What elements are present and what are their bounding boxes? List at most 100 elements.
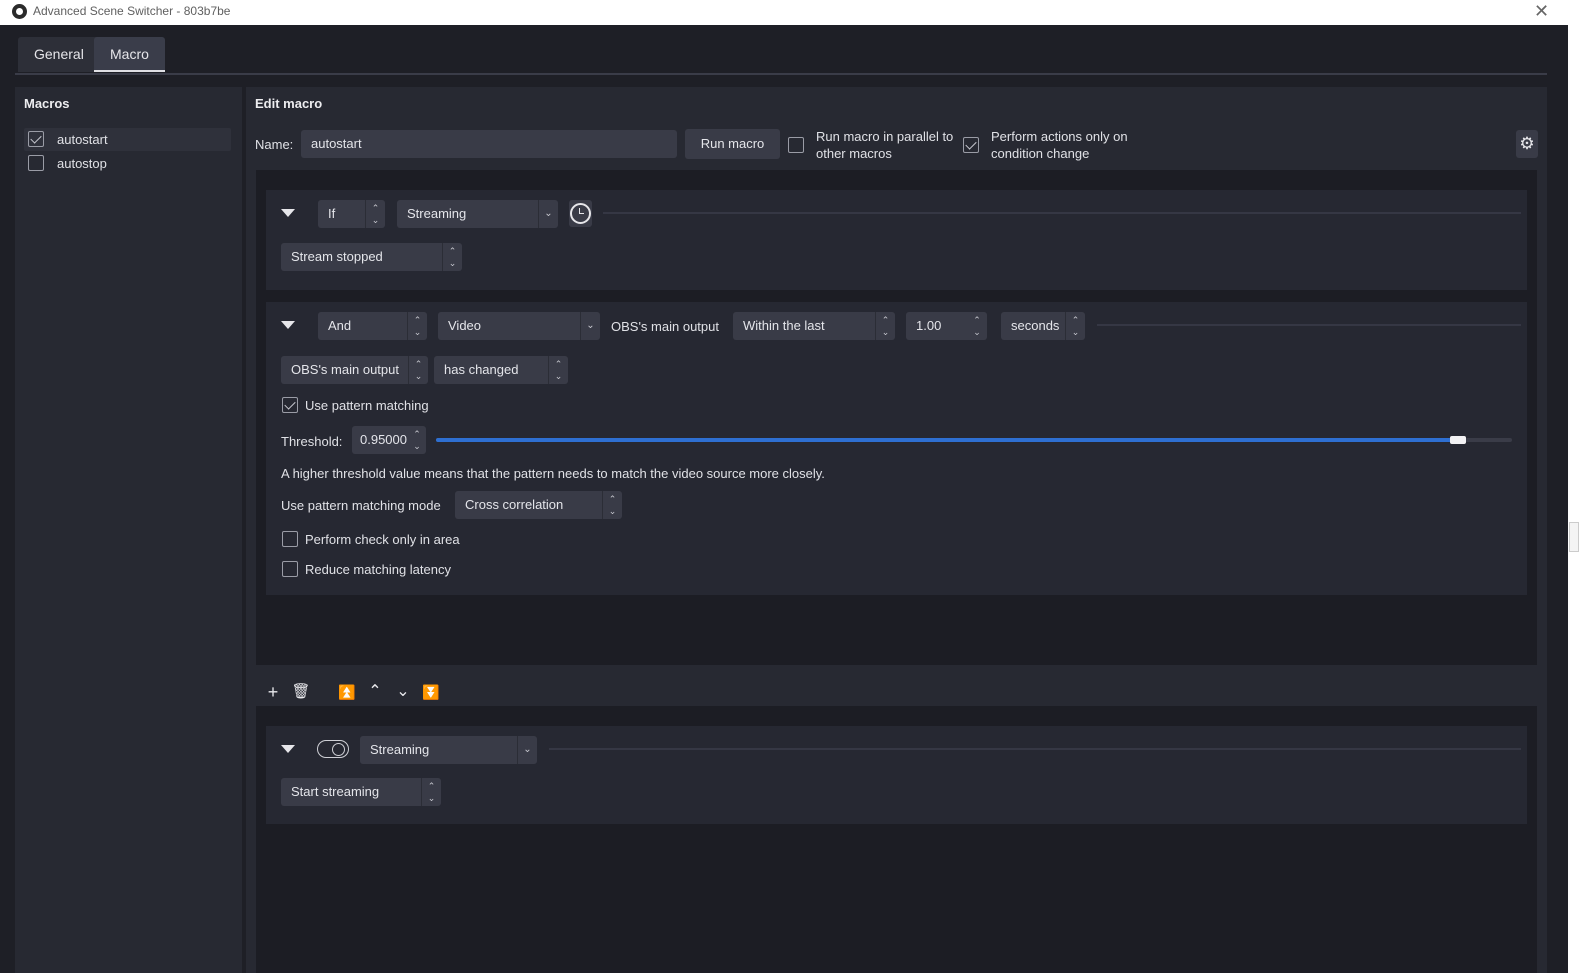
chevron-down-icon: ⌄ <box>580 312 600 340</box>
name-label: Name: <box>255 137 294 152</box>
pattern-mode-value: Cross correlation <box>465 497 564 512</box>
run-parallel-label-line1: Run macro in parallel to <box>816 129 954 144</box>
pattern-mode-select[interactable]: Cross correlation ⌃ ⌄ <box>455 491 622 519</box>
tab-macro[interactable]: Macro <box>94 37 165 72</box>
move-down-icon[interactable]: ⌄ <box>392 680 414 704</box>
gear-icon[interactable]: ⚙ <box>1516 130 1538 158</box>
scroll-marker <box>1569 522 1579 552</box>
duration-mode-select[interactable]: Within the last ⌃ ⌄ <box>733 312 895 340</box>
run-parallel-label: Run macro in parallel to other macros <box>816 128 953 162</box>
condition-type-select[interactable]: Streaming ⌄ <box>397 200 558 228</box>
stream-action-select[interactable]: Start streaming ⌃ ⌄ <box>281 778 441 806</box>
action-type-select[interactable]: Streaming ⌄ <box>360 736 537 764</box>
updown-arrows-icon: ⌃ ⌄ <box>548 356 568 384</box>
move-up-icon[interactable]: ⌃ <box>364 680 386 704</box>
header-separator <box>549 748 1521 750</box>
move-bottom-icon[interactable]: ⏬ <box>420 680 442 704</box>
chevron-down-icon: ⌄ <box>538 200 558 228</box>
move-top-icon[interactable]: ⏫ <box>336 680 358 704</box>
macro-item-autostop[interactable] <box>24 152 231 175</box>
action-type-value: Streaming <box>370 742 430 757</box>
video-check-value: has changed <box>444 362 519 377</box>
tab-general[interactable]: General <box>18 37 100 72</box>
threshold-slider-handle[interactable] <box>1450 436 1466 444</box>
macro-item-label: autostop <box>57 156 107 171</box>
logic-selector[interactable]: If ⌃ ⌄ <box>318 200 385 228</box>
check-area-label: Perform check only in area <box>305 532 460 547</box>
condition-type-value: Video <box>448 318 482 333</box>
updown-arrows-icon: ⌃ ⌄ <box>408 356 428 384</box>
updown-arrows-icon: ⌃ ⌄ <box>407 312 427 340</box>
macro-enabled-checkbox[interactable] <box>28 131 44 147</box>
collapse-triangle-icon[interactable] <box>281 321 295 329</box>
use-pattern-checkbox[interactable] <box>282 397 298 413</box>
use-pattern-label: Use pattern matching <box>305 398 429 413</box>
chevron-down-icon: ⌄ <box>517 736 537 764</box>
macro-item-label: autostart <box>57 132 108 147</box>
condition-type-select[interactable]: Video ⌄ <box>438 312 600 340</box>
updown-arrows-icon: ⌃ ⌄ <box>602 491 622 519</box>
video-source-value: OBS's main output <box>291 362 399 377</box>
updown-arrows-icon: ⌃ ⌄ <box>1065 312 1085 340</box>
logic-selector[interactable]: And ⌃ ⌄ <box>318 312 427 340</box>
stream-action-value: Start streaming <box>291 784 380 799</box>
close-icon[interactable]: ✕ <box>1534 0 1549 22</box>
header-separator <box>603 212 1521 214</box>
updown-arrows-icon: ⌃ ⌄ <box>421 778 441 806</box>
stream-state-select[interactable]: Stream stopped ⌃ ⌄ <box>281 243 462 271</box>
tab-divider <box>15 73 1547 75</box>
duration-spinbox[interactable]: 1.00 ⌃ ⌄ <box>906 312 987 340</box>
duration-button[interactable] <box>569 200 592 227</box>
collapse-triangle-icon[interactable] <box>281 745 295 753</box>
threshold-spinbox[interactable]: 0.95000 ⌃ ⌄ <box>352 426 426 454</box>
pattern-mode-label: Use pattern matching mode <box>281 498 441 513</box>
threshold-help-text: A higher threshold value means that the … <box>281 466 825 481</box>
updown-arrows-icon: ⌃ ⌄ <box>365 200 385 228</box>
spinbox-arrows-icon[interactable]: ⌃ ⌄ <box>967 312 987 340</box>
video-source-select[interactable]: OBS's main output ⌃ ⌄ <box>281 356 428 384</box>
toggle-icon[interactable] <box>317 740 349 758</box>
condition-card-2 <box>266 302 1527 595</box>
duration-unit-value: seconds <box>1011 318 1060 333</box>
obs-logo-icon <box>12 4 27 19</box>
threshold-slider-fill <box>436 438 1458 442</box>
window-title: Advanced Scene Switcher - 803b7be <box>33 4 231 18</box>
video-check-select[interactable]: has changed ⌃ ⌄ <box>434 356 568 384</box>
reduce-latency-checkbox[interactable] <box>282 561 298 577</box>
trash-icon[interactable]: 🗑 <box>290 680 312 704</box>
only-on-change-label: Perform actions only on condition change <box>991 128 1128 162</box>
macro-enabled-checkbox[interactable] <box>28 155 44 171</box>
stream-state-value: Stream stopped <box>291 249 383 264</box>
reduce-latency-label: Reduce matching latency <box>305 562 451 577</box>
run-macro-button[interactable]: Run macro <box>685 129 780 159</box>
edit-macro-heading: Edit macro <box>255 96 323 111</box>
run-parallel-label-line2: other macros <box>816 146 892 161</box>
duration-value: 1.00 <box>916 318 942 333</box>
duration-unit-select[interactable]: seconds ⌃ ⌄ <box>1001 312 1085 340</box>
condition-type-value: Streaming <box>407 206 467 221</box>
clock-icon <box>570 203 591 224</box>
macros-heading: Macros <box>24 96 70 111</box>
logic-selector-value: And <box>328 318 352 333</box>
updown-arrows-icon: ⌃ ⌄ <box>442 243 462 271</box>
threshold-value: 0.95000 <box>360 432 407 447</box>
check-area-checkbox[interactable] <box>282 531 298 547</box>
spinbox-arrows-icon[interactable]: ⌃ ⌄ <box>408 426 426 454</box>
updown-arrows-icon: ⌃ ⌄ <box>875 312 895 340</box>
only-on-change-label-line1: Perform actions only on <box>991 129 1128 144</box>
collapse-triangle-icon[interactable] <box>281 209 295 217</box>
title-bar: Advanced Scene Switcher - 803b7be ✕ <box>0 0 1568 25</box>
add-icon[interactable]: + <box>262 680 284 704</box>
only-on-change-label-line2: condition change <box>991 146 1090 161</box>
macros-panel <box>15 87 242 973</box>
video-source-label: OBS's main output <box>611 319 719 334</box>
duration-mode-value: Within the last <box>743 318 825 333</box>
right-edge-strip <box>1568 0 1585 973</box>
only-on-change-checkbox[interactable] <box>963 137 979 153</box>
header-separator <box>1097 324 1521 326</box>
run-parallel-checkbox[interactable] <box>788 137 804 153</box>
macro-item-autostart[interactable] <box>24 128 231 151</box>
threshold-label: Threshold: <box>281 434 343 449</box>
logic-selector-value: If <box>328 206 336 221</box>
macro-name-input[interactable]: autostart <box>301 130 677 158</box>
